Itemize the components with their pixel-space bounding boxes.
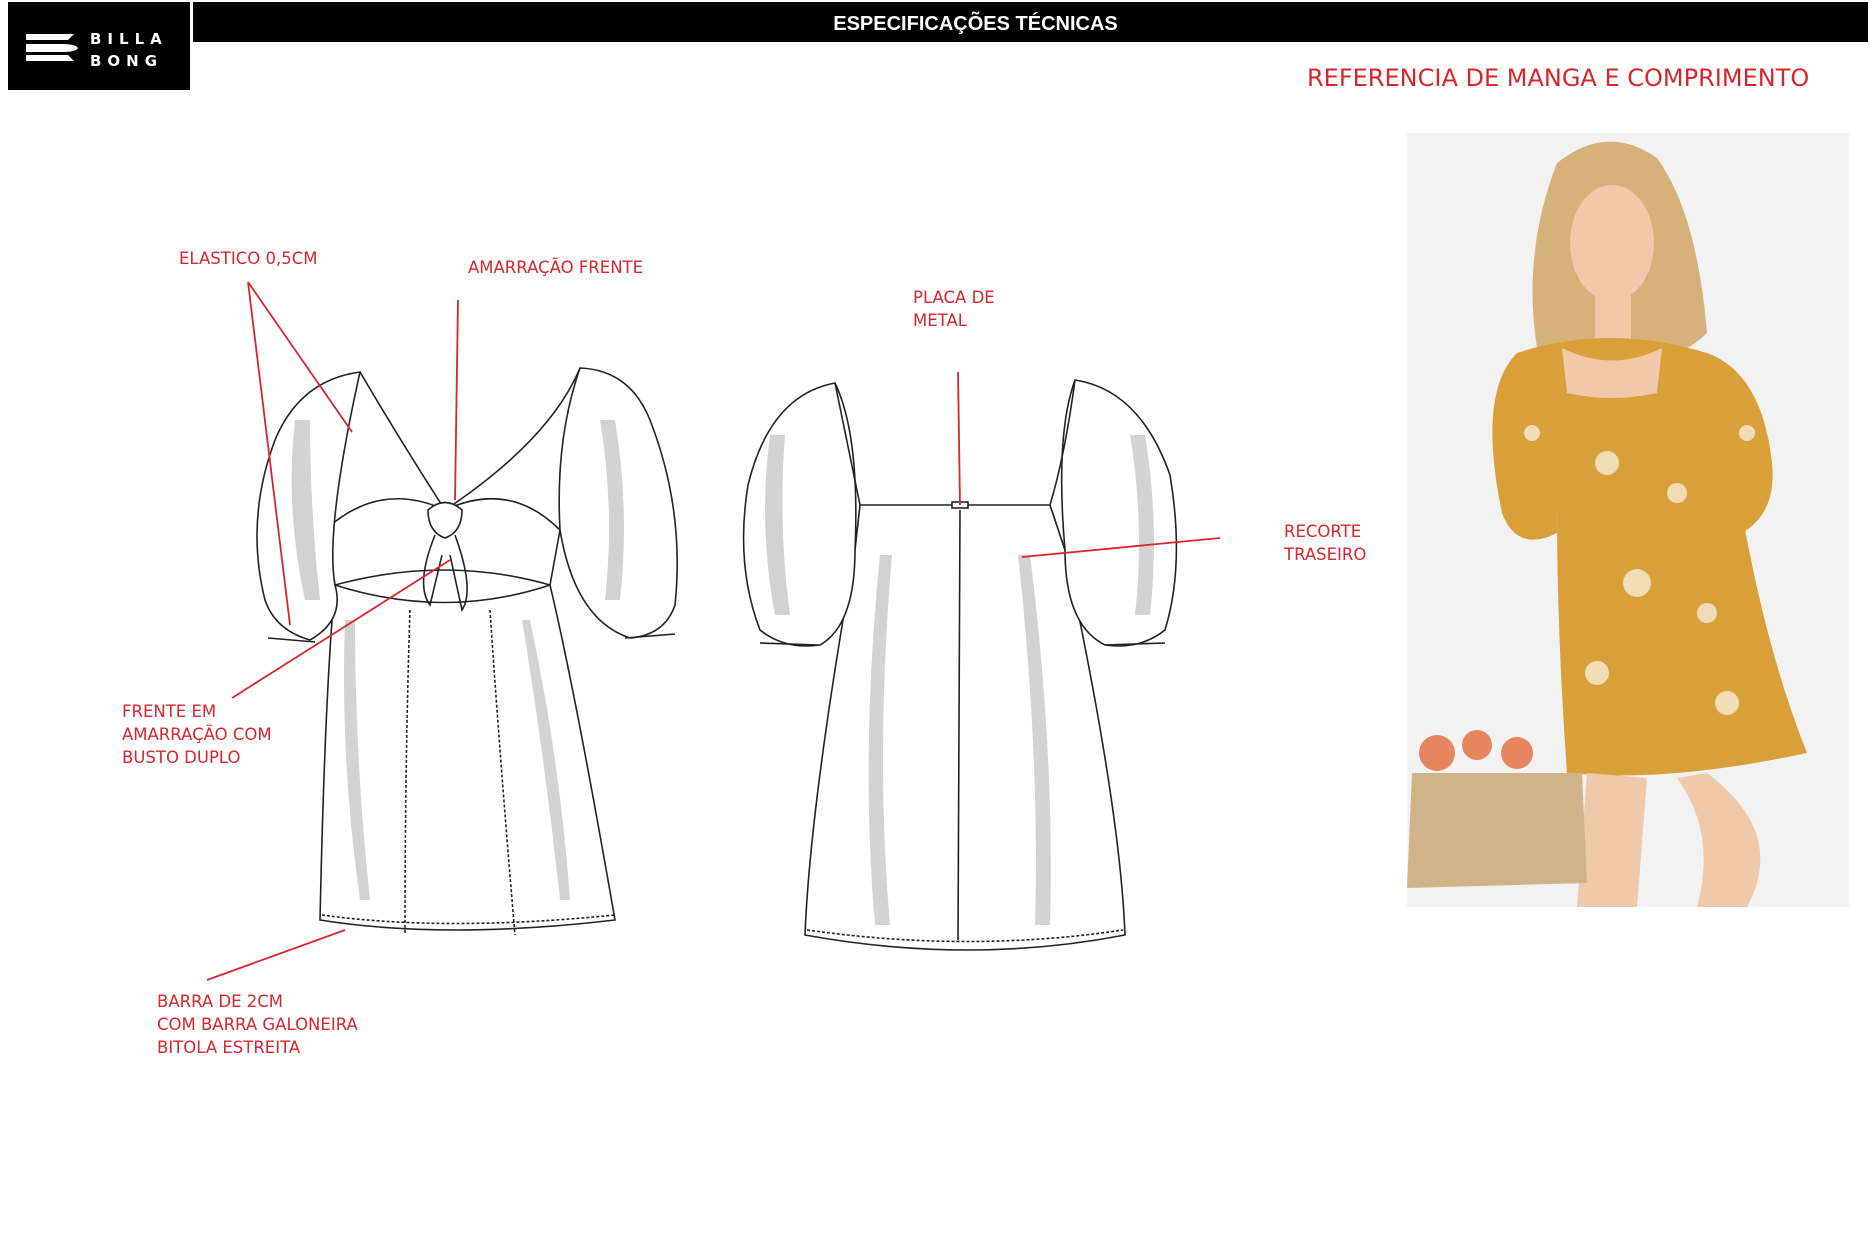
label-barra: BARRA DE 2CM COM BARRA GALONEIRA BITOLA … [157, 992, 358, 1057]
label-placa-metal: PLACA DE METAL [913, 288, 995, 330]
reference-photo [1407, 133, 1849, 907]
label-elastico: ELASTICO 0,5CM [179, 249, 318, 268]
label-frente-amarracao: FRENTE EM AMARRAÇÃO COM BUSTO DUPLO [122, 702, 272, 767]
label-recorte-traseiro: RECORTE TRASEIRO [1284, 522, 1367, 564]
label-amarracao-frente: AMARRAÇÃO FRENTE [468, 258, 644, 277]
